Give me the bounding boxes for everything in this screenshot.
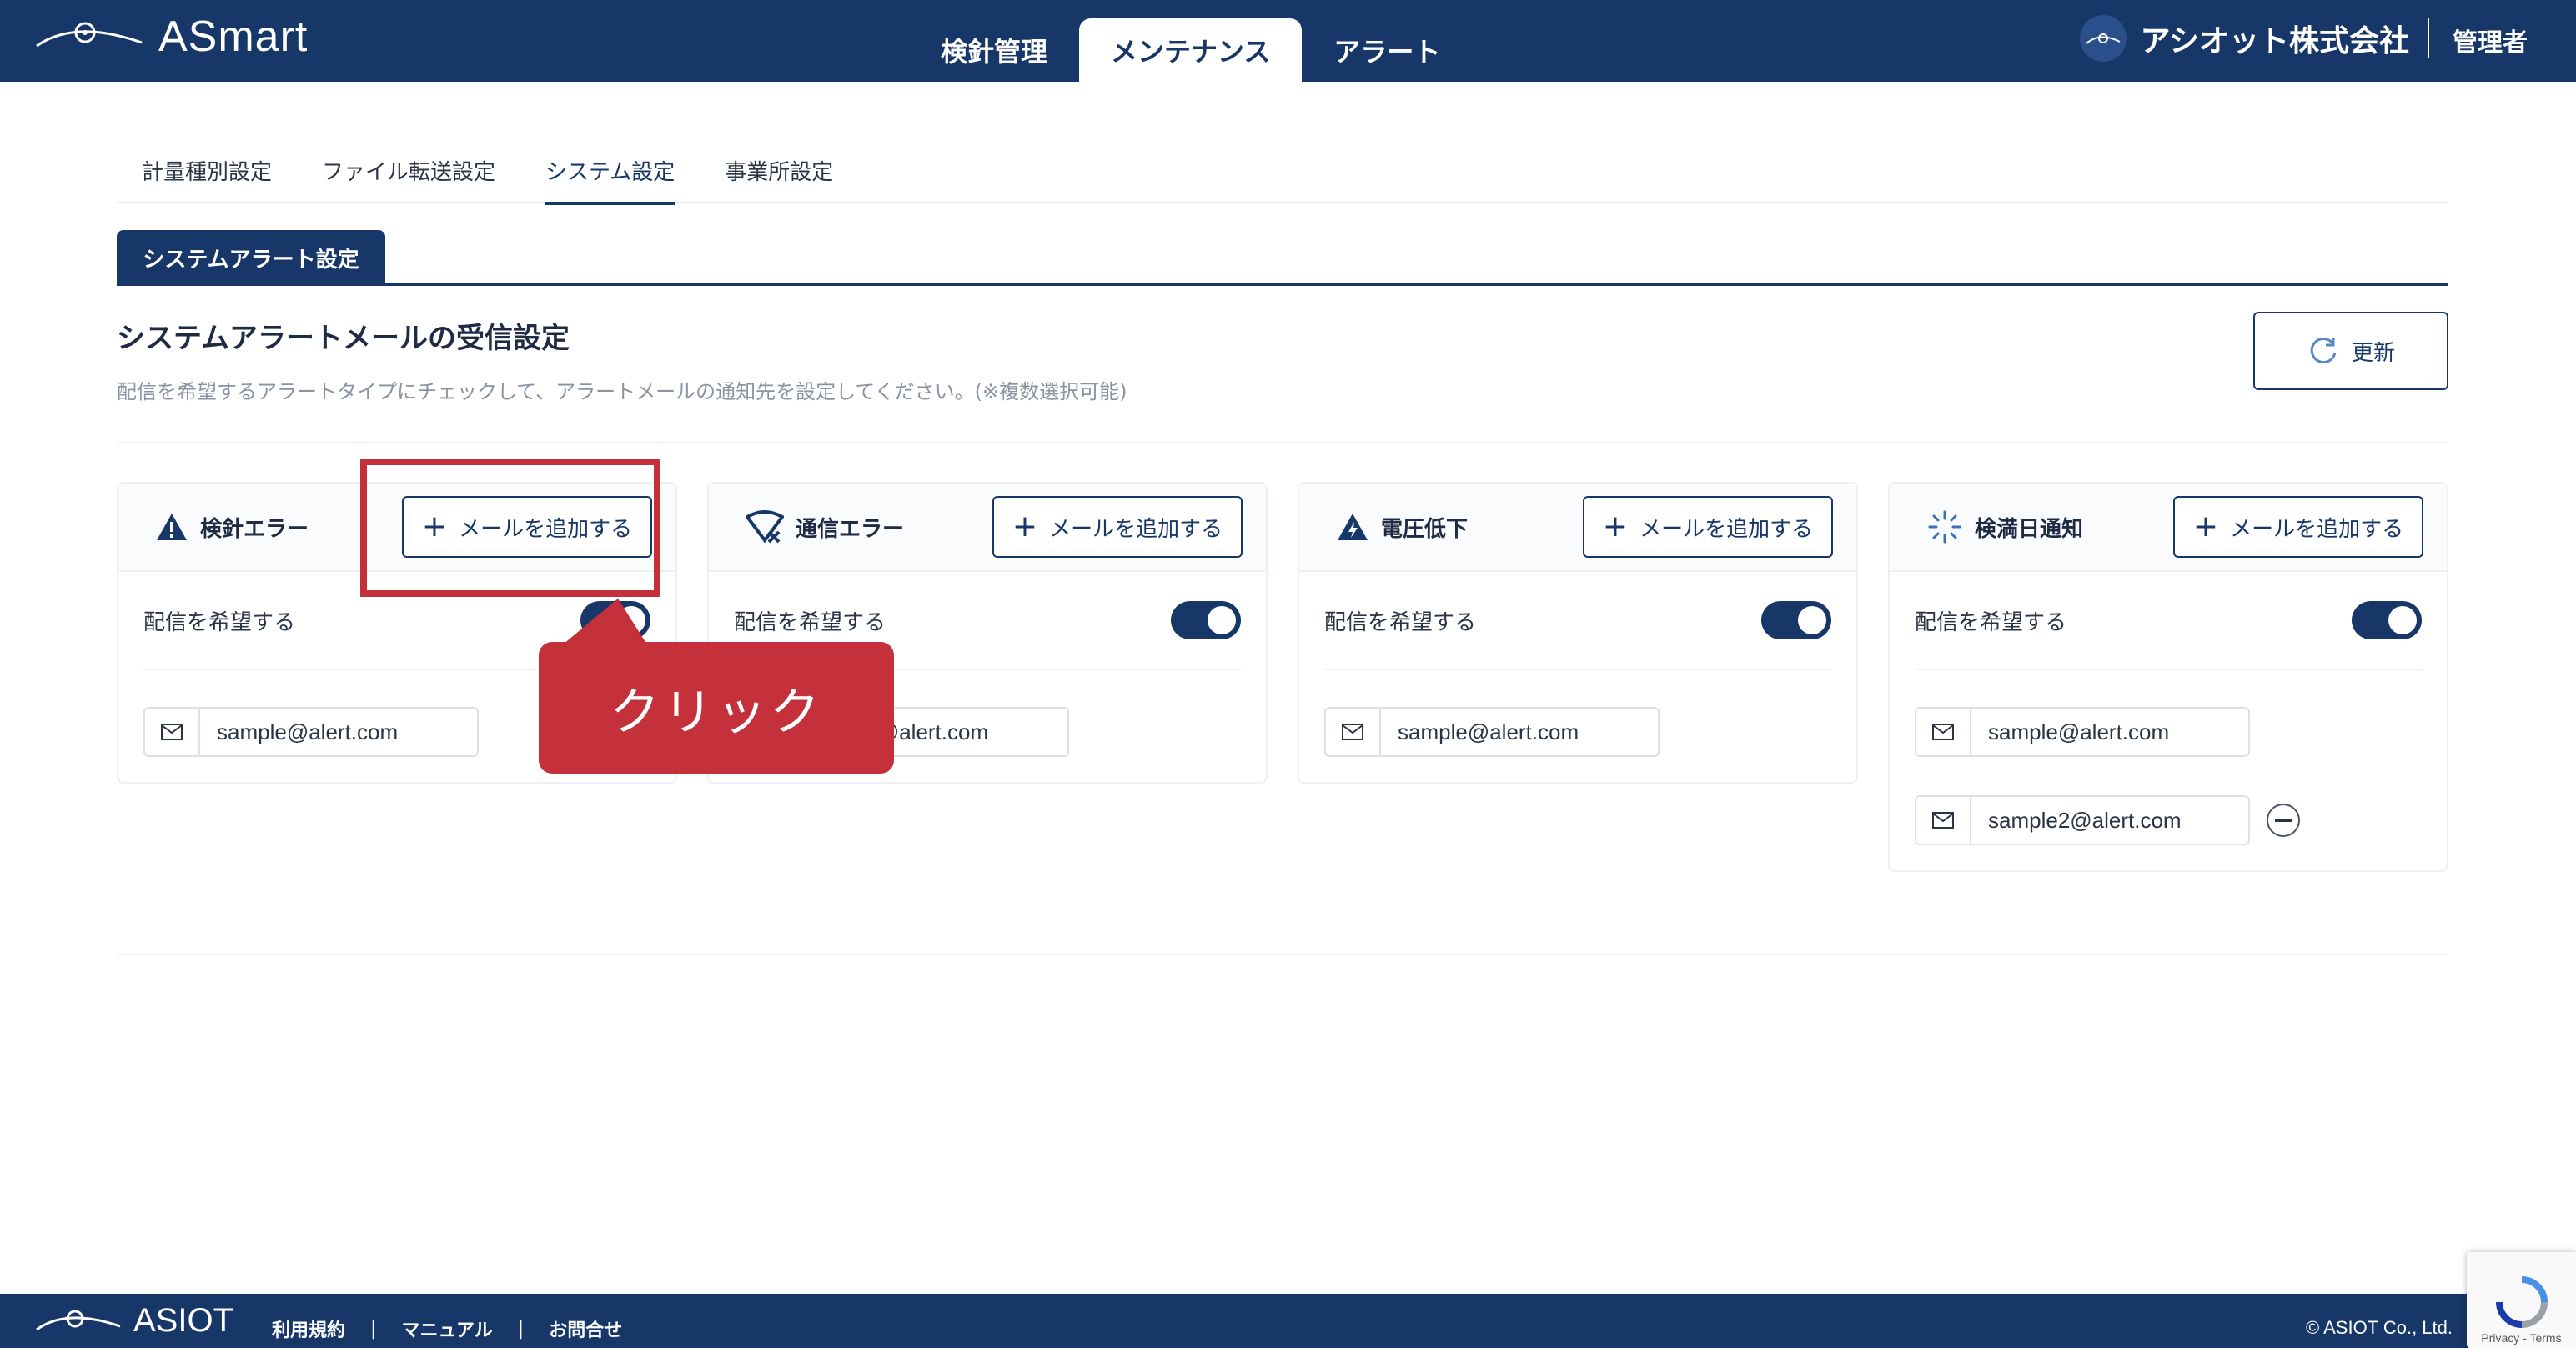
voltage-warning-icon: [1338, 514, 1368, 540]
company-logo-icon: [2086, 33, 2121, 44]
refresh-label: 更新: [2351, 340, 2395, 366]
recaptcha-badge[interactable]: Privacy - Terms: [2467, 1252, 2576, 1348]
email-value: sample@alert.com: [1988, 719, 2170, 744]
company-name: アシオット株式会社: [2140, 24, 2409, 58]
footer-separator: |: [370, 1318, 377, 1340]
delivery-toggle-label: 配信を希望する: [143, 609, 296, 635]
footer-links: 利用規約 | マニュアル | お問合せ: [272, 1315, 622, 1342]
footer-logo-text: ASIOT: [133, 1302, 234, 1339]
footer-link-manual[interactable]: マニュアル: [401, 1315, 492, 1342]
content-bottom-divider: [117, 954, 2448, 955]
remove-email-button[interactable]: [2267, 804, 2300, 837]
delivery-toggle[interactable]: [1171, 601, 1241, 639]
email-value: sample@alert.com: [217, 719, 399, 744]
footer-separator: |: [517, 1318, 525, 1340]
card-title: 検満日通知: [1926, 509, 2173, 545]
card-title-text: 検満日通知: [1975, 516, 2084, 542]
user-role-menu[interactable]: 管理者: [2453, 22, 2528, 58]
logo-text: ASmart: [158, 13, 309, 61]
email-field[interactable]: sample@alert.com: [143, 707, 479, 757]
plus-icon: +: [1602, 509, 1629, 544]
card-title-text: 検針エラー: [200, 516, 309, 542]
header-separator: [2428, 18, 2429, 58]
subtab-office-settings[interactable]: 事業所設定: [700, 142, 858, 203]
section-tab-system-alert[interactable]: システムアラート設定: [117, 230, 385, 285]
main-nav: 検針管理 メンテナンス アラート: [909, 18, 1472, 82]
card-header: 検満日通知 + メールを追加する: [1890, 484, 2447, 572]
tab-alert[interactable]: アラート: [1302, 18, 1472, 82]
email-field[interactable]: sample2@alert.com: [1915, 795, 2250, 845]
add-email-button[interactable]: + メールを追加する: [992, 496, 1243, 558]
click-highlight-box: [360, 459, 660, 597]
mail-icon: [1326, 709, 1381, 755]
card-title-text: 通信エラー: [796, 516, 905, 542]
card-title-text: 電圧低下: [1381, 516, 1469, 542]
plus-icon: +: [1012, 509, 1038, 544]
delivery-toggle-label: 配信を希望する: [1915, 609, 2067, 635]
add-email-label: メールを追加する: [1640, 516, 1814, 542]
click-callout: クリック: [539, 642, 894, 774]
plus-icon: +: [2192, 509, 2219, 544]
notification-burst-icon: [1928, 510, 1961, 544]
recaptcha-text: Privacy - Terms: [2481, 1331, 2562, 1345]
content-divider: [117, 442, 2448, 443]
footer-link-contact[interactable]: お問合せ: [549, 1315, 622, 1342]
company-avatar: [2080, 15, 2127, 62]
footer-link-terms[interactable]: 利用規約: [272, 1315, 345, 1342]
refresh-icon: [2310, 338, 2337, 364]
card-title: 通信エラー: [746, 510, 992, 544]
add-email-label: メールを追加する: [1049, 516, 1223, 542]
delivery-toggle[interactable]: [1761, 601, 1831, 639]
recaptcha-icon: [2495, 1276, 2548, 1328]
email-field[interactable]: sample@alert.com: [1915, 707, 2250, 757]
mail-icon: [1916, 797, 1971, 844]
tab-maintenance[interactable]: メンテナンス: [1079, 18, 1303, 82]
refresh-button[interactable]: 更新: [2253, 312, 2448, 390]
settings-subtabs: 計量種別設定 ファイル転送設定 システム設定 事業所設定: [117, 142, 2448, 205]
subtab-system-settings[interactable]: システム設定: [520, 142, 700, 205]
delivery-toggle-label: 配信を希望する: [734, 609, 886, 635]
add-email-button[interactable]: + メールを追加する: [2173, 496, 2423, 558]
mail-icon: [1916, 709, 1971, 755]
delivery-toggle-label: 配信を希望する: [1324, 609, 1477, 635]
alert-card-inspection-expiry: 検満日通知 + メールを追加する 配信を希望する sample@alert.co…: [1888, 482, 2448, 872]
warning-icon: [157, 514, 187, 540]
footer-logo-arc-icon: [36, 1310, 121, 1330]
email-row: sample2@alert.com: [1915, 795, 2422, 845]
page-footer: ASIOT 利用規約 | マニュアル | お問合せ © ASIOT Co., L…: [0, 1294, 2576, 1348]
delivery-toggle-row: 配信を希望する: [1915, 572, 2422, 670]
subtab-file-transfer[interactable]: ファイル転送設定: [297, 142, 520, 203]
section-divider: [117, 283, 2448, 286]
footer-logo: ASIOT: [33, 1302, 233, 1340]
page-title: システムアラートメールの受信設定: [117, 322, 570, 355]
email-value: sample@alert.com: [1398, 719, 1579, 744]
email-field[interactable]: sample@alert.com: [1324, 707, 1660, 757]
delivery-toggle-row: 配信を希望する: [1324, 572, 1831, 670]
card-header: 通信エラー + メールを追加する: [709, 484, 1266, 572]
alert-card-voltage-drop: 電圧低下 + メールを追加する 配信を希望する sample@alert.com: [1298, 482, 1858, 784]
mail-icon: [145, 709, 200, 755]
email-row: sample@alert.com: [1915, 707, 2422, 757]
signal-error-icon: [746, 510, 784, 544]
email-row: sample@alert.com: [1324, 707, 1831, 757]
subtab-measurement-type[interactable]: 計量種別設定: [117, 142, 297, 203]
email-value: sample2@alert.com: [1988, 807, 2182, 833]
card-title: 電圧低下: [1336, 512, 1583, 543]
logo-arc-icon: [36, 22, 143, 48]
add-email-label: メールを追加する: [2230, 516, 2404, 542]
add-email-button[interactable]: + メールを追加する: [1583, 496, 1833, 558]
page-description: 配信を希望するアラートタイプにチェックして、アラートメールの通知先を設定してくだ…: [117, 380, 1127, 403]
copyright-text: © ASIOT Co., Ltd.: [2306, 1317, 2453, 1338]
app-logo[interactable]: ASmart: [33, 12, 308, 62]
card-header: 電圧低下 + メールを追加する: [1299, 484, 1856, 572]
top-header: ASmart 検針管理 メンテナンス アラート アシオット株式会社 管理者: [0, 0, 2576, 82]
tab-meter-management[interactable]: 検針管理: [909, 18, 1079, 82]
delivery-toggle[interactable]: [2352, 601, 2422, 639]
company-info: アシオット株式会社: [2080, 15, 2409, 62]
